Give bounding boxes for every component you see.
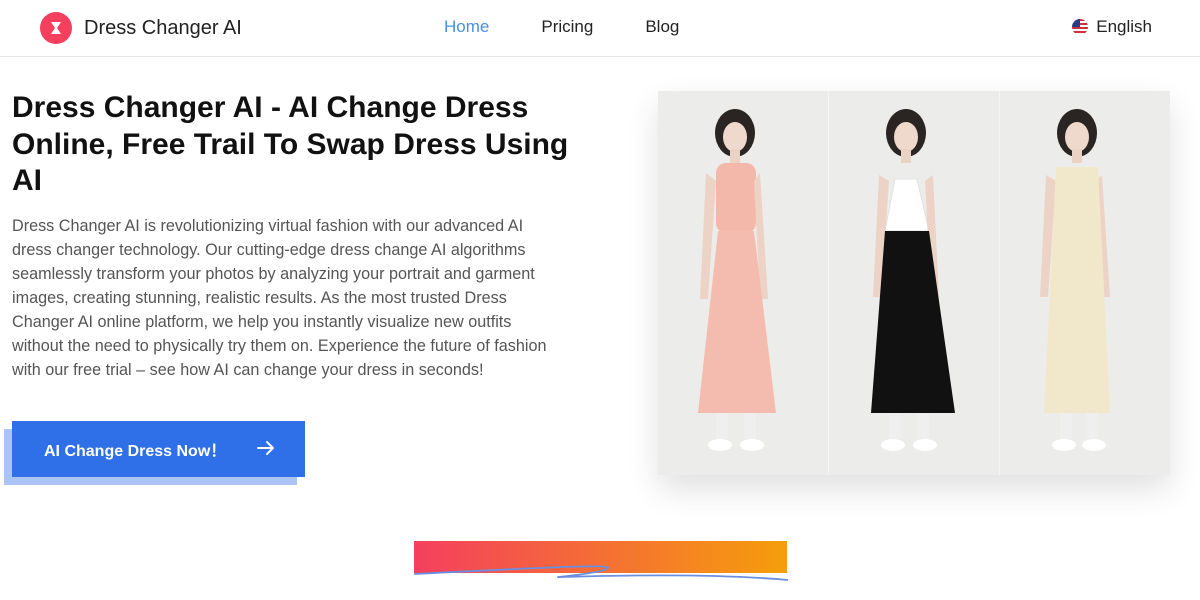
hero-description: Dress Changer AI is revolutionizing virt… [12,217,547,379]
change-dress-button[interactable]: AI Change Dress Now！ [12,421,305,477]
brand[interactable]: Dress Changer AI [40,12,242,44]
nav-home[interactable]: Home [444,17,489,37]
us-flag-icon [1072,19,1089,35]
model-cream-dress [999,91,1170,475]
page-title: Dress Changer AI - AI Change Dress Onlin… [12,91,569,197]
language-label: English [1096,17,1152,36]
dress-showcase-image [658,91,1170,475]
model-black-skirt [828,91,999,475]
main-nav: Home Pricing Blog [444,17,679,37]
squiggle-underline [413,565,789,581]
model-pink-dress [658,91,828,475]
language-selector[interactable]: English [1072,17,1152,37]
nav-blog[interactable]: Blog [645,17,679,37]
cta-label: AI Change Dress Now！ [44,443,227,460]
arrow-right-icon [257,440,275,461]
nav-pricing[interactable]: Pricing [541,17,593,37]
site-header: Dress Changer AI Home Pricing Blog Engli… [0,0,1200,57]
brand-logo-icon [40,12,72,44]
brand-name: Dress Changer AI [84,16,242,39]
